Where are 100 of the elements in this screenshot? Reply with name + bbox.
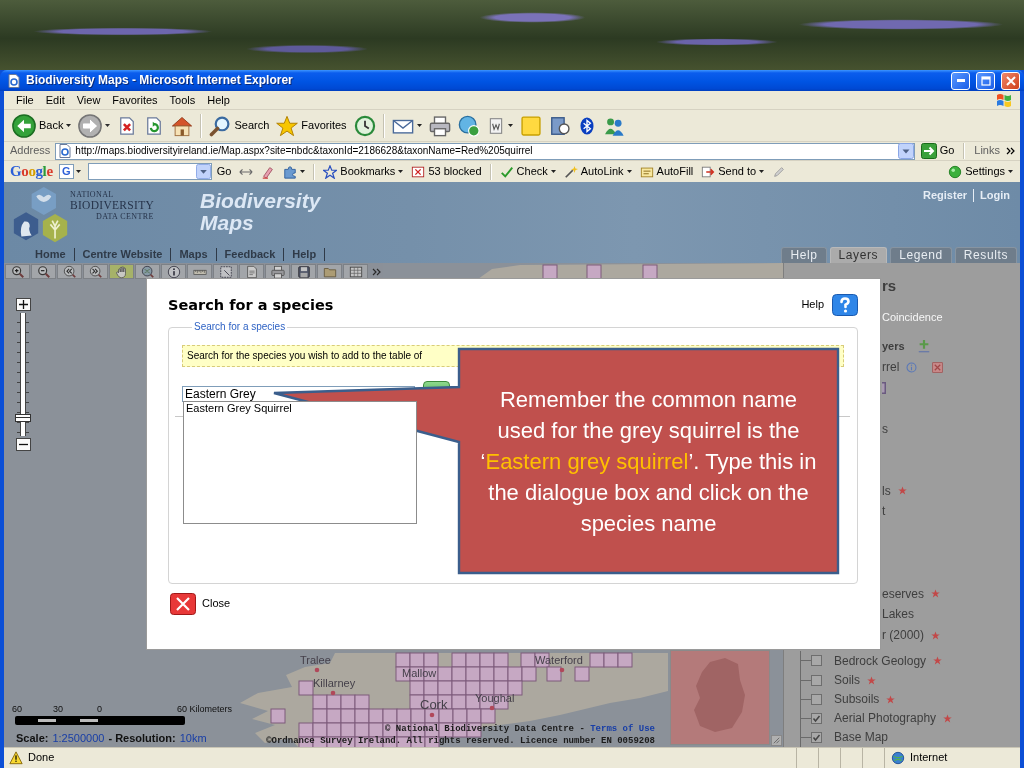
puzzle-icon (283, 164, 298, 179)
close-window-button[interactable] (1001, 71, 1020, 90)
layer-name[interactable]: Bedrock Geology (834, 653, 927, 669)
menu-item[interactable]: Tools (163, 91, 202, 109)
favorites-button[interactable]: Favorites (273, 112, 350, 139)
layer-name: t (882, 504, 886, 519)
layer-name[interactable]: Soils (834, 672, 860, 688)
maximize-button[interactable] (976, 71, 995, 90)
panel-tab[interactable]: Results (954, 247, 1017, 263)
checkbox[interactable] (811, 674, 822, 686)
chat-icon (457, 114, 480, 137)
popup-blocker-button[interactable]: 53 blocked (408, 162, 485, 181)
checkbox[interactable] (811, 655, 822, 667)
zoom-out-button[interactable] (15, 438, 31, 451)
menu-item[interactable]: View (70, 91, 107, 109)
back-button[interactable]: Back (9, 112, 75, 139)
next-extent-tool[interactable] (83, 264, 108, 279)
search-icon (209, 114, 232, 137)
bookmarks-button[interactable]: Bookmarks (320, 162, 407, 181)
address-label: Address (10, 144, 51, 158)
menu-item[interactable]: File (10, 91, 40, 109)
help-button[interactable]: Help (801, 294, 858, 316)
section-heading: yers (882, 339, 905, 354)
form-icon (639, 164, 654, 179)
check-icon (499, 164, 514, 179)
forward-chevron-icon (88, 264, 103, 279)
links-button[interactable]: Links (971, 142, 1018, 160)
layer-name: s (882, 421, 888, 437)
search-button[interactable]: Search (206, 112, 273, 139)
hand-icon (114, 264, 129, 279)
previous-extent-tool[interactable] (57, 264, 82, 279)
go-button[interactable]: Go (917, 142, 958, 160)
zone-text: Internet (910, 751, 948, 765)
checkbox[interactable] (811, 712, 822, 724)
globe-icon (891, 751, 905, 765)
menu-item[interactable]: Help (201, 91, 236, 109)
hint-text: Search for the species you wish to add to the table of (187, 350, 423, 362)
window-title: Biodiversity Maps - Microsoft Internet Explorer (26, 73, 293, 88)
book-icon (548, 114, 571, 137)
send-to-button[interactable]: Send to (698, 162, 768, 181)
printer-icon (428, 114, 451, 137)
spellcheck-button[interactable]: Check (496, 162, 559, 181)
layer-name: eserves (882, 586, 925, 601)
minimize-button[interactable] (951, 71, 970, 90)
credit-text: © National Biodiversity Data Centre - Terms of Use (383, 723, 655, 735)
layer-name[interactable]: Base Map (834, 730, 889, 745)
marker-icon (261, 164, 276, 179)
layer-name[interactable]: Aerial Photography (834, 711, 937, 726)
send-icon (701, 164, 716, 179)
group-legend: Search for a species (192, 321, 288, 333)
checkbox[interactable] (811, 693, 822, 705)
town-dot-icon (489, 705, 495, 711)
layer-name: Lakes (882, 607, 915, 622)
zoom-in-button[interactable] (15, 298, 31, 311)
pan-tool[interactable] (109, 264, 134, 279)
suggestion-item[interactable]: Eastern Grey Squirrel (184, 402, 294, 415)
warning-icon (9, 751, 23, 765)
pencil-icon (772, 164, 787, 179)
town-label: Youghal (475, 692, 515, 704)
info-icon (166, 264, 181, 279)
star-outline-icon (323, 164, 338, 179)
town-dot-icon (314, 667, 320, 673)
scale-tick-label: 30 (53, 704, 64, 714)
legend-swatch-icon (882, 381, 886, 394)
floppy-icon (296, 264, 311, 279)
help-icon (832, 294, 858, 316)
layer-name[interactable]: rrel (882, 360, 900, 375)
search-go-button[interactable]: Go (213, 162, 235, 181)
menu-item[interactable]: Edit (39, 91, 71, 109)
panel-tab[interactable]: Legend (890, 247, 952, 263)
remove-icon (932, 361, 944, 373)
layer-name[interactable]: Subsoils (834, 692, 880, 707)
zoom-out-tool[interactable] (31, 264, 56, 279)
town-label: Killarney (313, 677, 356, 689)
full-extent-tool[interactable] (135, 264, 160, 279)
autofill-button[interactable]: AutoFill (636, 162, 697, 181)
layer-name: ls (882, 483, 891, 499)
caret-icon (1008, 170, 1013, 173)
menu-item[interactable]: Favorites (106, 91, 164, 109)
autolink-button[interactable]: AutoLink (560, 162, 635, 181)
zoom-in-tool[interactable] (5, 264, 30, 279)
panel-heading: rs (882, 277, 897, 295)
settings-button[interactable]: Settings (945, 162, 1016, 181)
town-label: Tralee (300, 654, 331, 666)
close-icon (1005, 75, 1016, 86)
panel-tab[interactable]: Help (781, 247, 827, 263)
licence-text: ©Ordnance Survey Ireland. All rights reserved. Licence number EN 0059208 (266, 735, 655, 747)
panel-tab[interactable]: Layers (829, 247, 888, 263)
zoom-slider-thumb[interactable] (15, 414, 31, 423)
dialog-title: Search for a species (168, 296, 334, 315)
flag-logo-icon (994, 92, 1014, 108)
address-field[interactable]: http://maps.biodiversityireland.ie/Map.aspx?site=nbdc&taxonId=2186628&taxonName=Red%205quirrel (55, 142, 915, 160)
checkbox[interactable] (811, 732, 822, 744)
webpage-icon (57, 143, 74, 159)
plus-icon (18, 300, 28, 309)
info-icon (906, 361, 918, 373)
home-icon (171, 114, 194, 137)
close-button[interactable]: Close (170, 593, 231, 615)
logo-text: NATIONAL BIODIVERSITY DATA CENTRE (70, 191, 155, 221)
toolbar-search-field[interactable] (87, 163, 212, 180)
